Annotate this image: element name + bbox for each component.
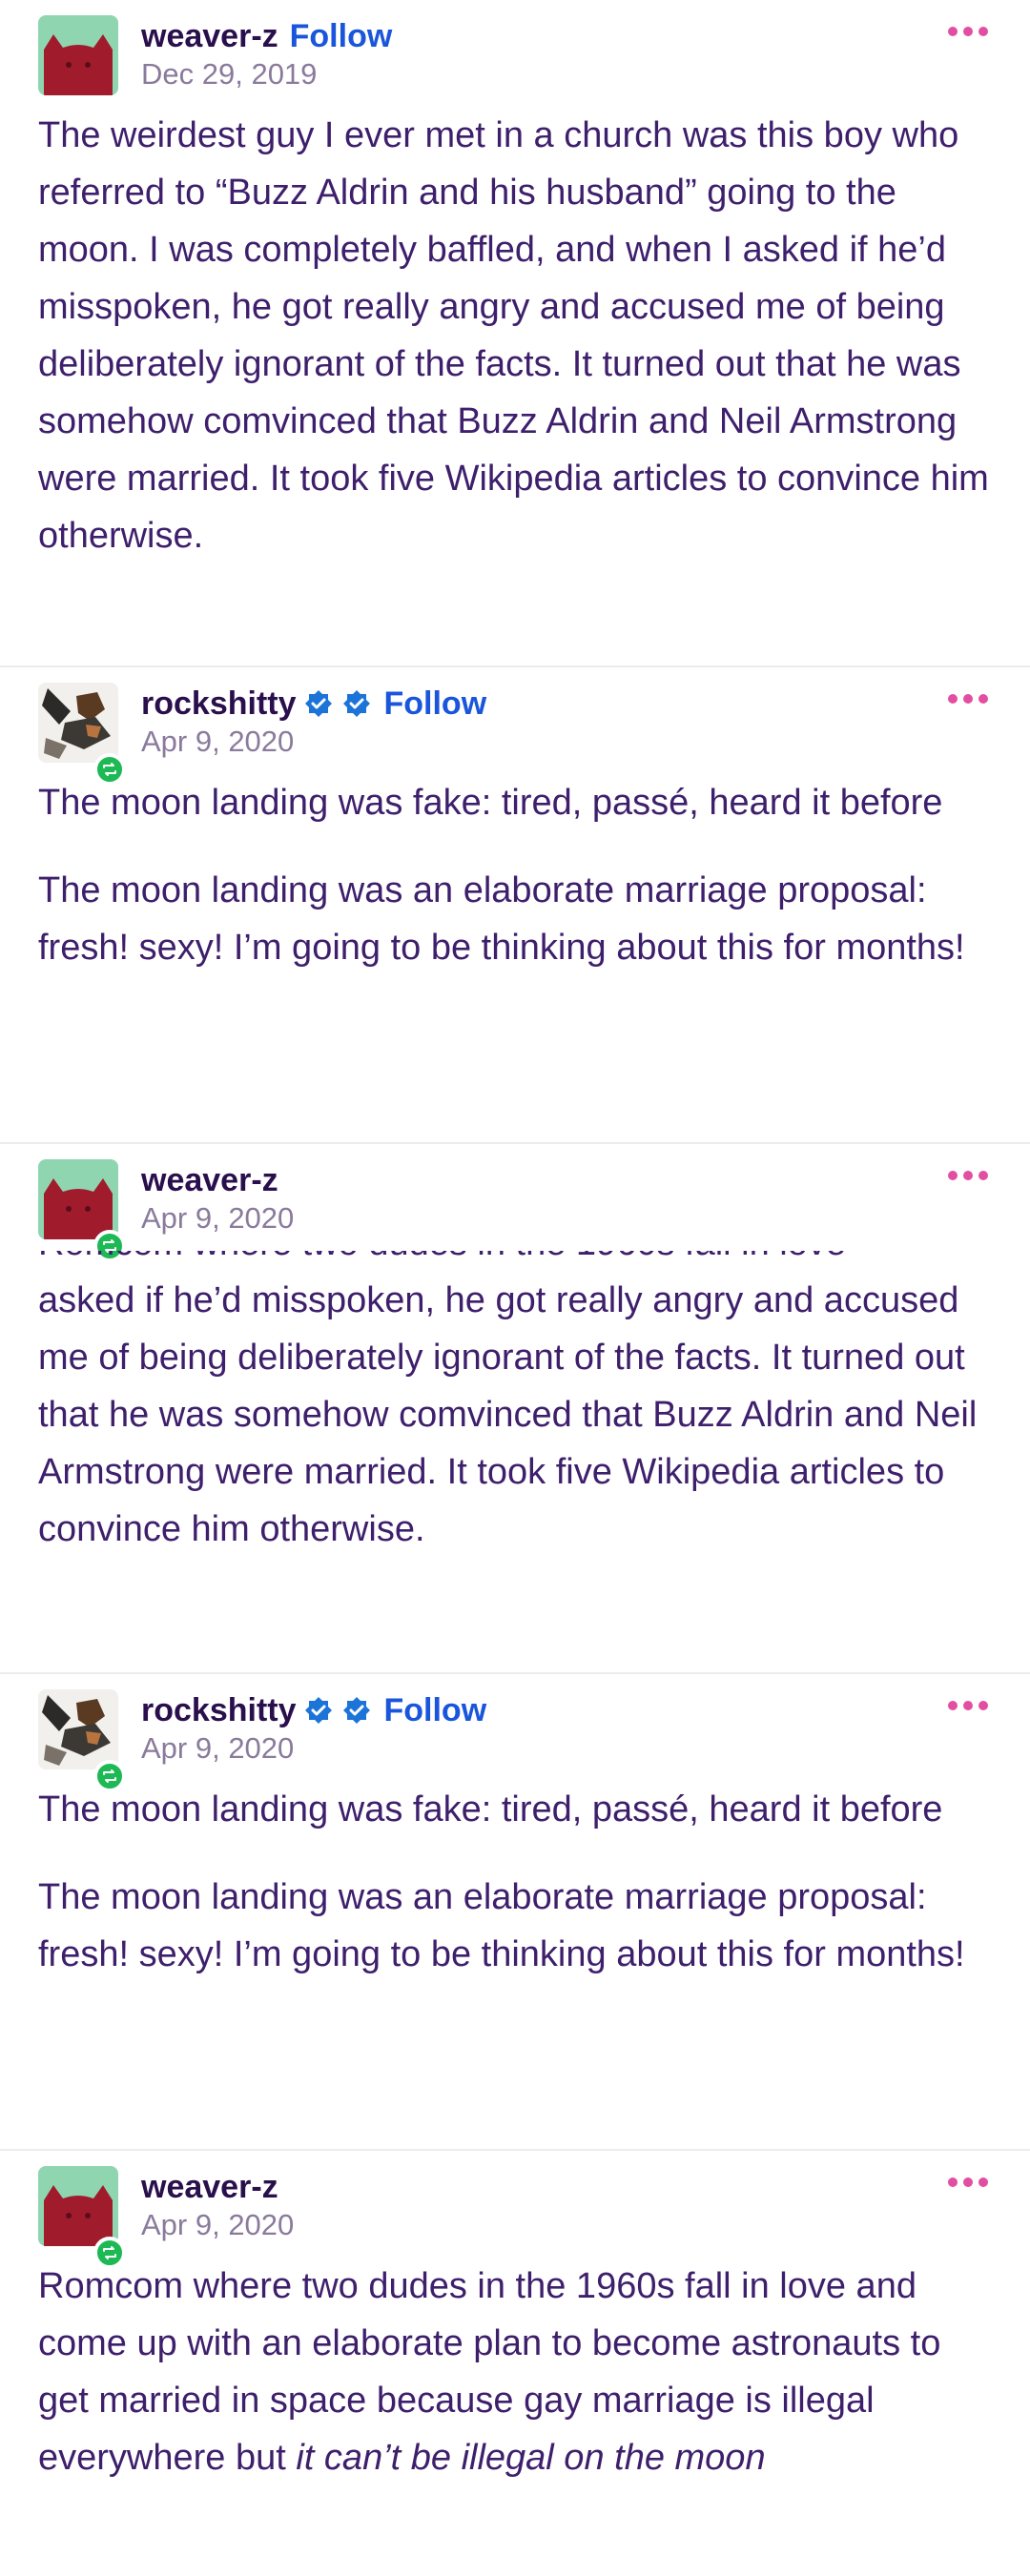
reblog-icon: [93, 753, 126, 786]
more-horizontal-icon[interactable]: [948, 2177, 988, 2187]
post-weaver-z-reblog: weaver-z Apr 9, 2020 Romcom where two du…: [0, 1142, 1030, 1672]
avatar-weaver-z[interactable]: [38, 2166, 126, 2269]
post-rockshitty-reblog: rockshitty Follow Apr 9, 2020 The moon l…: [0, 665, 1030, 1142]
avatar-weaver-z[interactable]: [38, 1159, 126, 1262]
more-horizontal-icon[interactable]: [948, 1701, 988, 1710]
avatar-weaver-z[interactable]: [38, 15, 118, 95]
post-body: asked if he’d misspoken, he got really a…: [38, 1272, 992, 1558]
username[interactable]: rockshitty: [141, 685, 297, 723]
verified-check-icon: [302, 1694, 335, 1727]
verified-check-icon: [340, 1694, 373, 1727]
reblog-icon: [93, 2237, 126, 2269]
reblog-icon: [93, 1760, 126, 1792]
post-weaver-z-original: weaver-z Follow Dec 29, 2019 The weirdes…: [0, 0, 1030, 665]
post-header: weaver-z Follow Dec 29, 2019: [38, 0, 992, 107]
name-line: weaver-z Follow: [141, 17, 392, 55]
post-paragraph: The moon landing was fake: tired, passé,…: [38, 783, 943, 823]
verified-check-icon: [302, 687, 335, 720]
post-paragraph-italic: it can’t be illegal on the moon: [296, 2438, 766, 2478]
post-paragraph: The moon landing was an elaborate marria…: [38, 1877, 965, 1974]
verified-check-icon: [340, 687, 373, 720]
name-line: rockshitty Follow: [141, 1691, 486, 1729]
post-body: The moon landing was fake: tired, passé,…: [38, 774, 992, 976]
post-date: Apr 9, 2020: [141, 1731, 295, 1765]
name-line: weaver-z: [141, 1161, 278, 1199]
follow-button[interactable]: Follow: [384, 1691, 487, 1729]
cutoff-text-line: Romcom where two dudes in the 1960s fall…: [38, 1251, 992, 1272]
post-header: rockshitty Follow Apr 9, 2020: [38, 667, 992, 786]
cutoff-text: Romcom where two dudes in the 1960s fall…: [38, 1251, 846, 1272]
post-header: weaver-z Apr 9, 2020: [38, 1144, 992, 1262]
post-weaver-z-reblog: weaver-z Apr 9, 2020 Romcom where two du…: [0, 2149, 1030, 2576]
more-horizontal-icon[interactable]: [948, 1171, 988, 1180]
username[interactable]: rockshitty: [141, 1691, 297, 1729]
post-paragraph: The moon landing was an elaborate marria…: [38, 870, 965, 968]
post-paragraph: Romcom where two dudes in the 1960s fall…: [38, 2258, 992, 2486]
username[interactable]: weaver-z: [141, 17, 278, 55]
post-paragraph: The moon landing was fake: tired, passé,…: [38, 1789, 943, 1830]
post-body: Romcom where two dudes in the 1960s fall…: [38, 2258, 992, 2486]
avatar-rockshitty[interactable]: [38, 683, 126, 786]
post-header: weaver-z Apr 9, 2020: [38, 2151, 992, 2269]
avatar-rockshitty[interactable]: [38, 1689, 126, 1792]
name-line: rockshitty Follow: [141, 685, 486, 723]
more-horizontal-icon[interactable]: [948, 27, 988, 36]
name-line: weaver-z: [141, 2168, 278, 2206]
post-date: Apr 9, 2020: [141, 725, 295, 758]
post-date: Apr 9, 2020: [141, 2208, 295, 2241]
follow-button[interactable]: Follow: [290, 17, 393, 55]
username[interactable]: weaver-z: [141, 1161, 278, 1199]
post-header: rockshitty Follow Apr 9, 2020: [38, 1674, 992, 1792]
post-body: The moon landing was fake: tired, passé,…: [38, 1781, 992, 1983]
post-body: The weirdest guy I ever met in a church …: [38, 107, 992, 564]
post-rockshitty-reblog: rockshitty Follow Apr 9, 2020 The moon l…: [0, 1672, 1030, 2149]
follow-button[interactable]: Follow: [384, 685, 487, 723]
post-date: Dec 29, 2019: [141, 57, 318, 91]
post-date: Apr 9, 2020: [141, 1201, 295, 1235]
more-horizontal-icon[interactable]: [948, 694, 988, 704]
username[interactable]: weaver-z: [141, 2168, 278, 2206]
post-paragraph: The weirdest guy I ever met in a church …: [38, 115, 989, 556]
post-paragraph: asked if he’d misspoken, he got really a…: [38, 1280, 978, 1549]
